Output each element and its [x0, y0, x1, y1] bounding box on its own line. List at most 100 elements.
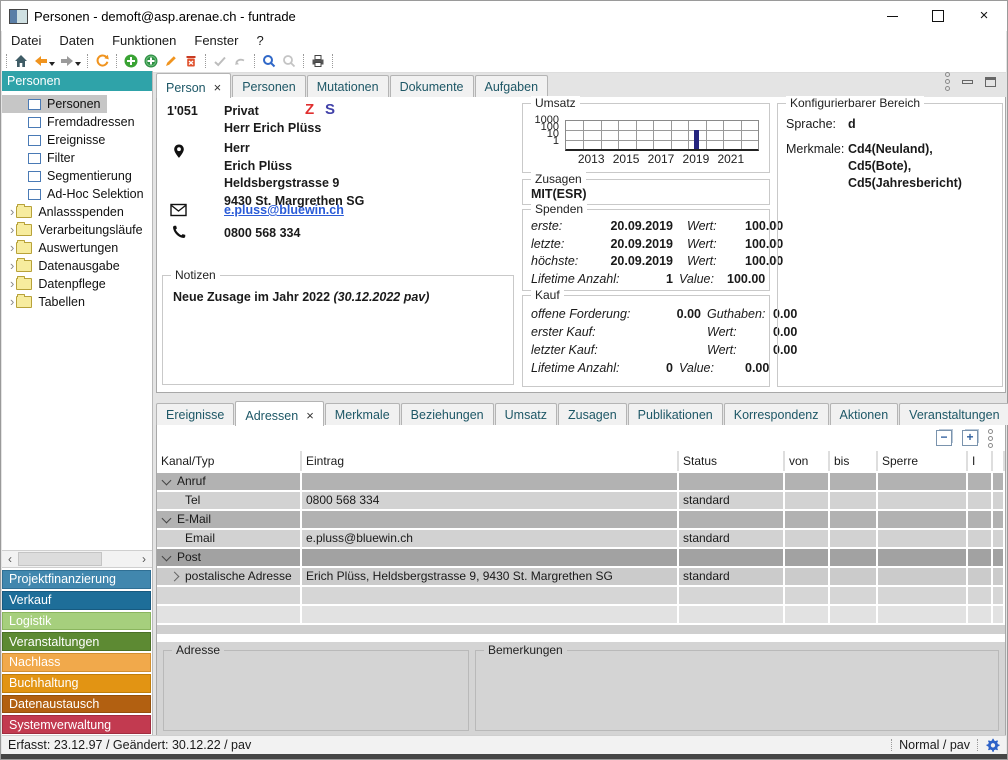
- forward-dropdown-icon[interactable]: [75, 62, 81, 66]
- tab-publikationen[interactable]: Publikationen: [628, 403, 723, 425]
- menu-help[interactable]: ?: [247, 33, 272, 48]
- table-row-group-anruf[interactable]: Anruf: [157, 473, 1005, 490]
- section-datenaustausch[interactable]: Datenaustausch: [2, 695, 151, 714]
- delete-button[interactable]: [181, 52, 201, 70]
- tab-umsatz[interactable]: Umsatz: [495, 403, 557, 425]
- tab-personen[interactable]: Personen: [232, 75, 306, 97]
- pane-maximize-icon[interactable]: [985, 77, 996, 87]
- table-row-group-post[interactable]: Post: [157, 549, 1005, 566]
- column-von[interactable]: von: [785, 451, 830, 471]
- table-row-postalische-adresse[interactable]: postalische Adresse Erich Plüss, Heldsbe…: [157, 568, 1005, 585]
- tab-close-icon[interactable]: ×: [214, 80, 222, 95]
- menu-fenster[interactable]: Fenster: [185, 33, 247, 48]
- edit-button[interactable]: [161, 52, 181, 70]
- sidebar-item-segmentierung[interactable]: Segmentierung: [2, 167, 152, 185]
- scroll-left-icon[interactable]: ‹: [2, 552, 18, 566]
- column-bis[interactable]: bis: [830, 451, 878, 471]
- undo-button[interactable]: [230, 52, 250, 70]
- tab-merkmale[interactable]: Merkmale: [325, 403, 400, 425]
- sidebar-item-fremdadressen[interactable]: Fremdadressen: [2, 113, 152, 131]
- sidebar-header: Personen: [2, 71, 152, 91]
- sidebar-item-ereignisse[interactable]: Ereignisse: [2, 131, 152, 149]
- more-options-icon[interactable]: [988, 429, 993, 448]
- tab-close-icon[interactable]: ×: [306, 408, 314, 423]
- section-buchhaltung[interactable]: Buchhaltung: [2, 674, 151, 693]
- print-icon: [310, 53, 326, 69]
- sprache-value: d: [848, 116, 856, 133]
- sidebar-item-anlassspenden[interactable]: ›Anlassspenden: [2, 203, 152, 221]
- menu-datei[interactable]: Datei: [2, 33, 50, 48]
- menu-funktionen[interactable]: Funktionen: [103, 33, 185, 48]
- sidebar-item-datenausgabe[interactable]: ›Datenausgabe: [2, 257, 152, 275]
- sidebar-item-filter[interactable]: Filter: [2, 149, 152, 167]
- menu-daten[interactable]: Daten: [50, 33, 103, 48]
- tab-korrespondenz[interactable]: Korrespondenz: [724, 403, 829, 425]
- search-button[interactable]: [259, 52, 279, 70]
- tab-person[interactable]: Person×: [156, 73, 231, 98]
- table-row-email[interactable]: Email e.pluss@bluewin.ch standard: [157, 530, 1005, 547]
- umsatz-y-labels: 1000100101: [527, 117, 559, 145]
- column-status[interactable]: Status: [679, 451, 785, 471]
- tab-ereignisse[interactable]: Ereignisse: [156, 403, 234, 425]
- forward-button[interactable]: [57, 52, 77, 70]
- sidebar-item-adhoc-selektion[interactable]: Ad-Hoc Selektion: [2, 185, 152, 203]
- column-kanal-typ[interactable]: Kanal/Typ: [157, 451, 302, 471]
- sidebar-item-personen[interactable]: Personen: [2, 95, 152, 113]
- folder-icon: [16, 224, 32, 236]
- section-verkauf[interactable]: Verkauf: [2, 591, 151, 610]
- close-button[interactable]: ×: [961, 1, 1007, 31]
- phone-icon: [171, 224, 187, 240]
- spenden-title: Spenden: [531, 202, 587, 216]
- add-button[interactable]: [121, 52, 141, 70]
- column-i[interactable]: I: [968, 451, 993, 471]
- tab-veranstaltungen[interactable]: Veranstaltungen: [899, 403, 1008, 425]
- back-dropdown-icon[interactable]: [49, 62, 55, 66]
- section-logistik[interactable]: Logistik: [2, 612, 151, 631]
- section-veranstaltungen[interactable]: Veranstaltungen: [2, 632, 151, 651]
- print-button[interactable]: [308, 52, 328, 70]
- sprache-label: Sprache:: [786, 116, 848, 133]
- scroll-right-icon[interactable]: ›: [136, 552, 152, 566]
- more-options-icon[interactable]: [945, 72, 950, 91]
- address-pane-tabs: Ereignisse Adressen× Merkmale Beziehunge…: [156, 399, 1006, 426]
- maximize-button[interactable]: [915, 1, 961, 31]
- tab-aufgaben[interactable]: Aufgaben: [475, 75, 549, 97]
- sidebar-item-verarbeitungslaeufe[interactable]: ›Verarbeitungsläufe: [2, 221, 152, 239]
- minimize-button[interactable]: [869, 1, 915, 31]
- umsatz-plot: [565, 120, 759, 151]
- confirm-button[interactable]: [210, 52, 230, 70]
- refresh-button[interactable]: [92, 52, 112, 70]
- column-eintrag[interactable]: Eintrag: [302, 451, 679, 471]
- expand-all-icon[interactable]: +: [962, 430, 978, 446]
- add-copy-button[interactable]: [141, 52, 161, 70]
- tab-adressen[interactable]: Adressen×: [235, 401, 323, 426]
- folder-icon: [16, 206, 32, 218]
- scroll-thumb[interactable]: [18, 552, 102, 566]
- table-row-group-email[interactable]: E-Mail: [157, 511, 1005, 528]
- sidebar-hscrollbar[interactable]: ‹ ›: [2, 550, 152, 568]
- section-systemverwaltung[interactable]: Systemverwaltung: [2, 715, 151, 734]
- home-button[interactable]: [11, 52, 31, 70]
- table-row-tel[interactable]: Tel 0800 568 334 standard: [157, 492, 1005, 509]
- section-projektfinanzierung[interactable]: Projektfinanzierung: [2, 570, 151, 589]
- tab-beziehungen[interactable]: Beziehungen: [401, 403, 494, 425]
- sidebar-item-datenpflege[interactable]: ›Datenpflege: [2, 275, 152, 293]
- section-nachlass[interactable]: Nachlass: [2, 653, 151, 672]
- pane-minimize-icon[interactable]: [962, 80, 973, 84]
- add-copy-icon: [143, 53, 159, 69]
- sidebar-item-auswertungen[interactable]: ›Auswertungen: [2, 239, 152, 257]
- mail-icon: [170, 203, 187, 217]
- collapse-all-icon[interactable]: −: [936, 430, 952, 446]
- konfig-panel: Konfigurierbarer Bereich Sprache: d Merk…: [777, 103, 1003, 387]
- search-secondary-button[interactable]: [279, 52, 299, 70]
- back-button[interactable]: [31, 52, 51, 70]
- zusagen-title: Zusagen: [531, 172, 586, 186]
- sidebar-item-tabellen[interactable]: ›Tabellen: [2, 293, 152, 311]
- column-sperre[interactable]: Sperre: [878, 451, 968, 471]
- tab-dokumente[interactable]: Dokumente: [390, 75, 474, 97]
- tab-zusagen[interactable]: Zusagen: [558, 403, 627, 425]
- settings-gear-icon[interactable]: [985, 738, 1006, 753]
- tab-aktionen[interactable]: Aktionen: [830, 403, 899, 425]
- email-link[interactable]: e.pluss@bluewin.ch: [224, 203, 344, 217]
- tab-mutationen[interactable]: Mutationen: [307, 75, 389, 97]
